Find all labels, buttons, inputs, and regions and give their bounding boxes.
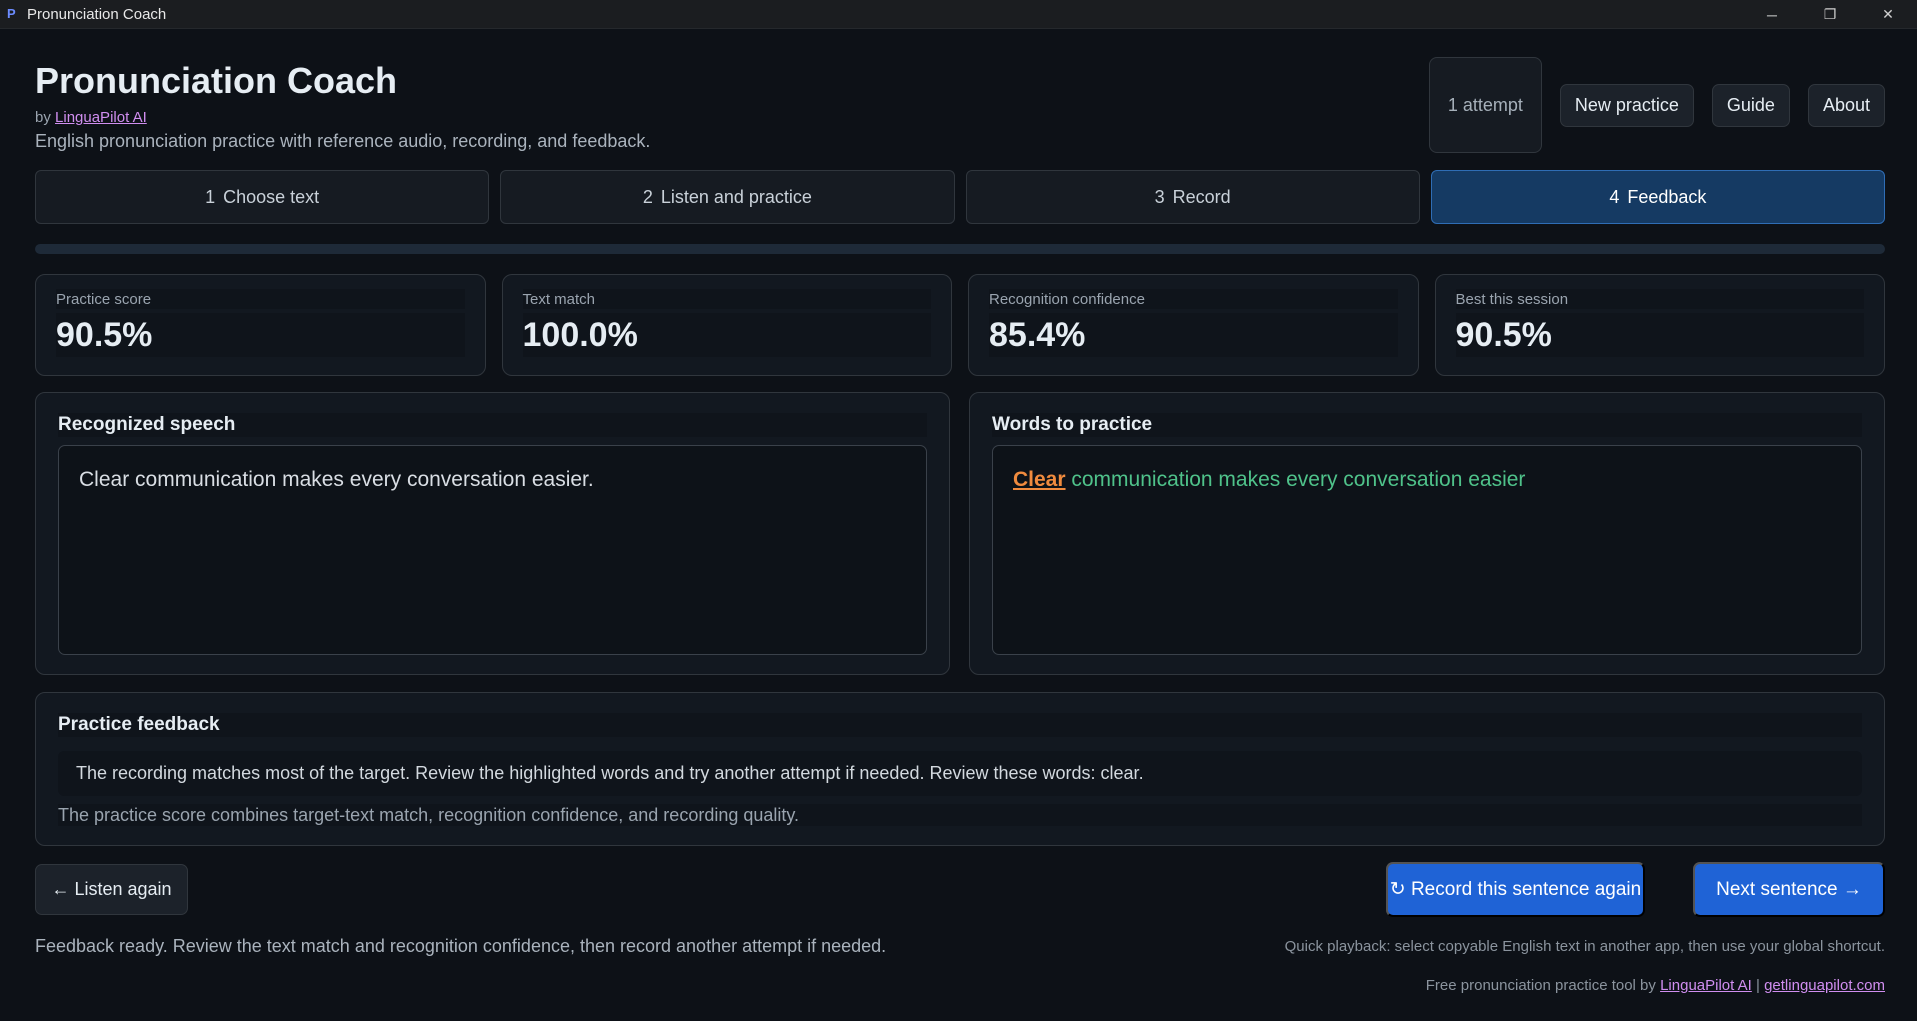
footer-prefix: Free pronunciation practice tool by xyxy=(1425,977,1656,994)
page-title: Pronunciation Coach xyxy=(35,60,398,101)
metric-value: 85.4% xyxy=(989,313,1398,357)
panel-title: Recognized speech xyxy=(58,413,927,437)
step-tabs: 1 Choose text 2 Listen and practice 3 Re… xyxy=(35,170,1885,224)
progress-track xyxy=(35,244,1885,254)
metric-value: 90.5% xyxy=(56,313,465,357)
flagged-word[interactable]: Clear xyxy=(1013,468,1066,491)
listen-again-button[interactable]: ← Listen again xyxy=(35,864,188,915)
restore-button[interactable]: ❐ xyxy=(1801,0,1859,29)
next-sentence-button[interactable]: Next sentence → xyxy=(1693,862,1885,917)
step-label: Choose text xyxy=(223,186,320,207)
window-controls: ─ ❐ ✕ xyxy=(1743,0,1917,29)
playback-hint: Quick playback: select copyable English … xyxy=(1284,938,1885,955)
recognized-speech-panel: Recognized speech Clear communication ma… xyxy=(35,392,950,675)
panel-title: Practice feedback xyxy=(58,713,1862,737)
metric-label: Practice score xyxy=(56,289,465,309)
step-number: 4 xyxy=(1609,186,1620,207)
app-icon: P xyxy=(7,6,16,21)
tab-choose-text[interactable]: 1 Choose text xyxy=(35,170,490,224)
metric-value: 100.0% xyxy=(522,313,931,357)
byline-prefix: by xyxy=(35,109,51,126)
window-titlebar: P Pronunciation Coach ─ ❐ ✕ xyxy=(0,0,1917,29)
step-number: 2 xyxy=(642,186,653,207)
panel-title: Words to practice xyxy=(992,413,1862,437)
recognized-text[interactable]: Clear communication makes every conversa… xyxy=(58,445,927,655)
metric-label: Text match xyxy=(522,289,931,309)
header-actions: 1 attempt New practice Guide About xyxy=(1428,57,1885,153)
step-number: 3 xyxy=(1154,186,1165,207)
words-display: Clear communication makes every conversa… xyxy=(992,445,1862,655)
metric-value: 90.5% xyxy=(1455,313,1864,357)
byline: by LinguaPilot AI xyxy=(35,109,147,126)
metric-label: Best this session xyxy=(1455,289,1864,309)
page-subtitle: English pronunciation practice with refe… xyxy=(35,131,651,151)
feedback-note: The practice score combines target-text … xyxy=(58,804,1862,826)
footer: Free pronunciation practice tool by Ling… xyxy=(1426,977,1885,994)
metric-practice-score: Practice score 90.5% xyxy=(35,274,486,376)
metric-best-session: Best this session 90.5% xyxy=(1434,274,1885,376)
step-label: Feedback xyxy=(1627,186,1707,207)
matched-words: communication makes every conversation e… xyxy=(1071,468,1526,491)
metric-recognition-confidence: Recognition confidence 85.4% xyxy=(968,274,1419,376)
practice-feedback-panel: Practice feedback The recording matches … xyxy=(35,692,1885,846)
footer-linguapilot-link[interactable]: LinguaPilot AI xyxy=(1660,977,1752,994)
linguapilot-link[interactable]: LinguaPilot AI xyxy=(55,109,147,126)
about-button[interactable]: About xyxy=(1807,83,1885,127)
new-practice-button[interactable]: New practice xyxy=(1559,83,1694,127)
record-again-button[interactable]: ↻ Record this sentence again xyxy=(1386,862,1645,917)
close-button[interactable]: ✕ xyxy=(1859,0,1917,29)
status-message: Feedback ready. Review the text match an… xyxy=(35,936,887,956)
footer-separator: | xyxy=(1756,977,1760,994)
metrics-row: Practice score 90.5% Text match 100.0% R… xyxy=(35,274,1885,376)
tab-record[interactable]: 3 Record xyxy=(965,170,1420,224)
feedback-message: The recording matches most of the target… xyxy=(58,751,1862,796)
footer-website-link[interactable]: getlinguapilot.com xyxy=(1764,977,1885,994)
step-number: 1 xyxy=(205,186,216,207)
step-label: Record xyxy=(1172,186,1231,207)
window-title: Pronunciation Coach xyxy=(27,5,167,23)
minimize-button[interactable]: ─ xyxy=(1743,0,1801,29)
guide-button[interactable]: Guide xyxy=(1711,83,1790,127)
metric-text-match: Text match 100.0% xyxy=(501,274,952,376)
attempt-counter: 1 attempt xyxy=(1428,57,1542,153)
metric-label: Recognition confidence xyxy=(989,289,1398,309)
words-to-practice-panel: Words to practice Clear communication ma… xyxy=(969,392,1885,675)
tab-listen-and-practice[interactable]: 2 Listen and practice xyxy=(500,170,955,224)
tab-feedback[interactable]: 4 Feedback xyxy=(1430,170,1885,224)
step-label: Listen and practice xyxy=(660,186,812,207)
